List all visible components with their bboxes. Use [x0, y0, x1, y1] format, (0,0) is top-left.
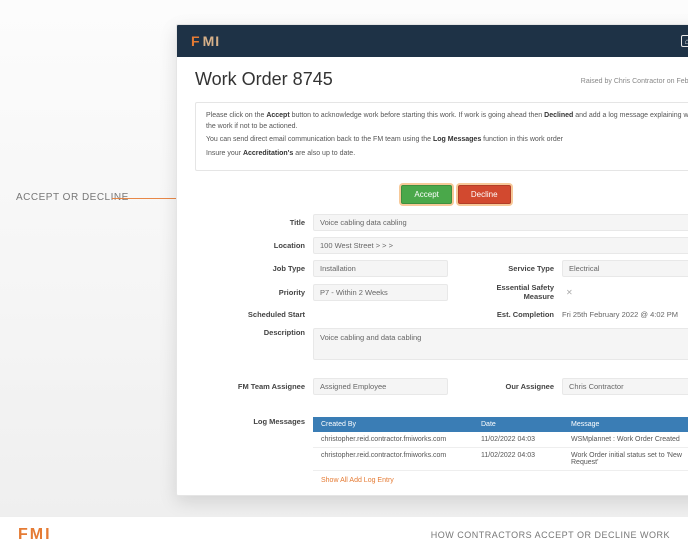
brand-logo: FMI: [191, 33, 220, 49]
field-job-type[interactable]: Installation: [313, 260, 448, 277]
log-table-header: Created By Date Message: [313, 417, 688, 432]
notice-line-3: Insure your Accreditation's are also up …: [206, 149, 688, 160]
label-our-assignee: Our Assignee: [464, 382, 554, 391]
footer-band: FMI HOW CONTRACTORS ACCEPT OR DECLINE WO…: [0, 516, 688, 552]
label-esm: Essential Safety Measure: [464, 283, 554, 301]
label-sched-start: Scheduled Start: [195, 310, 305, 319]
field-title[interactable]: Voice cabling data cabling: [313, 214, 688, 231]
label-fm-assignee: FM Team Assignee: [195, 382, 305, 391]
field-esm: ✕: [562, 285, 688, 300]
log-created-by: christopher.reid.contractor.fmiworks.com: [321, 436, 481, 443]
log-message: Work Order initial status set to 'New Re…: [571, 452, 688, 466]
log-col-date: Date: [481, 421, 571, 428]
table-row: christopher.reid.contractor.fmiworks.com…: [313, 432, 688, 448]
field-service-type[interactable]: Electrical: [562, 260, 688, 277]
table-row: christopher.reid.contractor.fmiworks.com…: [313, 448, 688, 471]
notice-line-1: Please click on the Accept button to ack…: [206, 111, 688, 132]
brand-letters-mi: MI: [203, 33, 221, 49]
notice-line-2: You can send direct email communication …: [206, 135, 688, 146]
label-priority: Priority: [195, 288, 305, 297]
status-sub: Raised by Chris Contractor on February 1…: [581, 78, 688, 85]
field-our-assignee[interactable]: Chris Contractor: [562, 378, 688, 395]
footer-caption: HOW CONTRACTORS ACCEPT OR DECLINE WORK: [431, 530, 670, 540]
log-created-by: christopher.reid.contractor.fmiworks.com: [321, 452, 481, 466]
footer-logo: FMI: [18, 526, 52, 544]
label-description: Description: [195, 328, 305, 337]
field-priority[interactable]: P7 - Within 2 Weeks: [313, 284, 448, 301]
field-fm-assignee[interactable]: Assigned Employee: [313, 378, 448, 395]
field-est-completion: Fri 25th February 2022 @ 4:02 PM: [562, 307, 688, 322]
field-description[interactable]: Voice cabling and data cabling: [313, 328, 688, 360]
status-main: Work In Pr: [581, 67, 688, 78]
work-order-form: Title Voice cabling data cabling Locatio…: [195, 214, 688, 484]
log-show-all-link[interactable]: Show All Add Log Entry: [321, 477, 394, 484]
log-col-message: Message: [571, 421, 688, 428]
log-date: 11/02/2022 04:03: [481, 436, 571, 443]
label-location: Location: [195, 241, 305, 250]
label-est-completion: Est. Completion: [464, 310, 554, 319]
field-location[interactable]: 100 West Street > > >: [313, 237, 688, 254]
field-sched-start: [313, 308, 448, 322]
accept-button[interactable]: Accept: [401, 185, 451, 204]
status-block: Work In Pr Raised by Chris Contractor on…: [581, 67, 688, 85]
app-window: FMI ⌂ Home Work Order 8745 Work In Pr Ra…: [176, 24, 688, 496]
topbar: FMI ⌂ Home: [177, 25, 688, 57]
home-nav[interactable]: ⌂ Home: [681, 35, 688, 47]
label-title: Title: [195, 218, 305, 227]
home-icon: ⌂: [681, 35, 688, 47]
page-content: Work Order 8745 Work In Pr Raised by Chr…: [177, 57, 688, 495]
brand-letter-f: F: [191, 33, 201, 49]
close-icon[interactable]: ✕: [566, 288, 573, 297]
decline-button[interactable]: Decline: [458, 185, 511, 204]
log-date: 11/02/2022 04:03: [481, 452, 571, 466]
log-message: WSMplannet : Work Order Created: [571, 436, 688, 443]
log-table: Created By Date Message christopher.reid…: [313, 417, 688, 471]
notice-box: Please click on the Accept button to ack…: [195, 102, 688, 171]
label-service-type: Service Type: [464, 264, 554, 273]
log-col-created: Created By: [321, 421, 481, 428]
label-job-type: Job Type: [195, 264, 305, 273]
label-log-messages: Log Messages: [195, 413, 305, 426]
action-buttons: Accept Decline: [195, 185, 688, 204]
